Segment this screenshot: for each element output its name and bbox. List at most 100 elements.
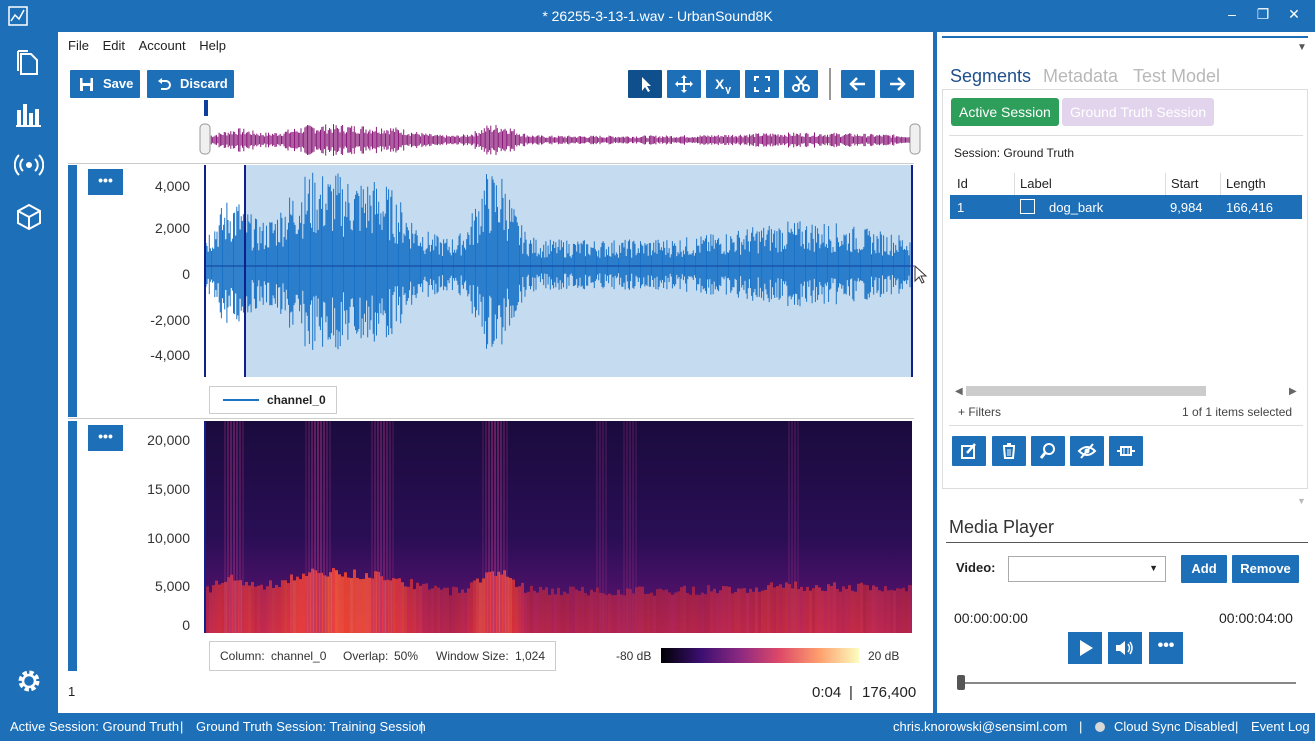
edit-segment-button[interactable] <box>952 436 986 466</box>
segment-end-line[interactable] <box>911 165 913 377</box>
waveform-pane-strip <box>68 165 77 417</box>
grid-header-label[interactable]: Label <box>1020 176 1052 191</box>
close-button[interactable]: ✕ <box>1283 6 1305 26</box>
grid-header-start[interactable]: Start <box>1171 176 1198 191</box>
broadcast-icon[interactable] <box>14 150 44 180</box>
tab-segments[interactable]: Segments <box>950 66 1031 87</box>
waveform-plot[interactable] <box>204 165 914 377</box>
overview-playhead-marker[interactable] <box>204 100 208 116</box>
chevron-down-icon: ▼ <box>1149 563 1158 573</box>
xy-axis-tool[interactable]: Xy <box>706 70 740 98</box>
panel-splitter[interactable] <box>933 32 937 713</box>
save-icon <box>80 78 93 91</box>
play-icon <box>1080 640 1093 656</box>
horizontal-scrollbar-thumb[interactable] <box>966 386 1206 396</box>
pan-tool[interactable] <box>667 70 701 98</box>
overview-waveform[interactable] <box>198 100 922 162</box>
tab-metadata[interactable]: Metadata <box>1043 66 1118 87</box>
delete-segment-button[interactable] <box>992 436 1026 466</box>
spectrogram-plot[interactable] <box>204 421 912 633</box>
next-segment-button[interactable] <box>880 70 914 98</box>
status-separator: | <box>420 719 424 734</box>
playback-time: 0:04 <box>812 684 842 701</box>
arrow-left-icon <box>849 77 865 91</box>
media-seek-track[interactable] <box>960 682 1296 684</box>
panel-collapse-icon[interactable]: ▼ <box>1297 42 1307 53</box>
cloud-sync-indicator-icon <box>1095 722 1105 732</box>
media-collapse-icon[interactable]: ▼ <box>1297 496 1306 506</box>
undo-icon <box>158 78 171 90</box>
minimize-button[interactable]: – <box>1221 6 1243 26</box>
page-number: 1 <box>68 684 76 699</box>
tab-test-model[interactable]: Test Model <box>1133 66 1220 87</box>
spectrogram-info-box: Column: channel_0 Overlap: 50% Window Si… <box>209 641 556 671</box>
media-more-button[interactable]: ••• <box>1149 632 1183 664</box>
waveform-y-tick: 2,000 <box>154 220 190 236</box>
active-session-button[interactable]: Active Session <box>951 98 1059 126</box>
hide-segment-button[interactable] <box>1070 436 1104 466</box>
spectrogram-pane-strip <box>68 421 77 671</box>
grid-header-length[interactable]: Length <box>1226 176 1266 191</box>
table-row[interactable]: 1 dog_bark 9,984 166,416 <box>950 195 1302 219</box>
media-player-title: Media Player <box>949 517 1055 537</box>
status-user-email[interactable]: chris.knorowski@sensiml.com <box>893 719 1067 734</box>
db-max-label: 20 dB <box>868 649 900 663</box>
overview-left-handle[interactable] <box>199 123 211 155</box>
add-video-button[interactable]: Add <box>1181 555 1227 583</box>
bar-chart-icon[interactable] <box>14 100 44 130</box>
pane-divider <box>68 418 914 419</box>
speaker-icon <box>1116 641 1133 655</box>
filters-link[interactable]: + Filters <box>958 405 1001 419</box>
scroll-right-icon[interactable]: ▶ <box>1289 386 1297 397</box>
status-separator: | <box>1235 719 1239 734</box>
grid-header-id[interactable]: Id <box>957 176 968 191</box>
legend-label: channel_0 <box>267 393 326 407</box>
settings-gear-icon[interactable] <box>14 666 44 696</box>
video-label: Video: <box>956 560 996 575</box>
volume-button[interactable] <box>1108 632 1142 664</box>
status-event-log[interactable]: Event Log <box>1251 719 1310 734</box>
menu-help[interactable]: Help <box>199 38 226 53</box>
toolbar-divider <box>829 68 831 100</box>
row-label: dog_bark <box>1049 200 1104 215</box>
overview-divider <box>68 163 914 164</box>
select-pointer-tool[interactable] <box>628 70 662 98</box>
waveform-options-button[interactable]: ••• <box>88 169 123 195</box>
left-navigation-rail <box>0 32 58 713</box>
menu-account[interactable]: Account <box>139 38 186 53</box>
spectrogram-y-tick: 20,000 <box>147 432 190 448</box>
cut-tool[interactable] <box>784 70 818 98</box>
media-seek-thumb[interactable] <box>957 675 965 690</box>
spectrogram-options-button[interactable]: ••• <box>88 425 123 451</box>
previous-segment-button[interactable] <box>841 70 875 98</box>
move-arrows-icon <box>675 75 693 93</box>
column-label: Column: <box>220 649 265 663</box>
eye-slash-icon <box>1077 443 1097 459</box>
segment-range-button[interactable] <box>1109 436 1143 466</box>
overview-right-handle[interactable] <box>909 123 921 155</box>
row-color-checkbox[interactable] <box>1020 199 1035 214</box>
overlap-label: Overlap: <box>343 649 389 663</box>
menu-edit[interactable]: Edit <box>103 38 125 53</box>
discard-label: Discard <box>180 76 228 91</box>
discard-button[interactable]: Discard <box>147 70 234 98</box>
ground-truth-session-button[interactable]: Ground Truth Session <box>1062 98 1215 126</box>
row-start: 9,984 <box>1170 200 1203 215</box>
remove-video-button[interactable]: Remove <box>1232 555 1299 583</box>
play-button[interactable] <box>1068 632 1102 664</box>
pointer-icon <box>642 77 651 92</box>
arrow-right-icon <box>890 77 906 91</box>
fit-zoom-tool[interactable] <box>745 70 779 98</box>
video-select[interactable]: ▼ <box>1008 556 1166 582</box>
segment-left-edge[interactable] <box>204 165 206 377</box>
menu-file[interactable]: File <box>68 38 89 53</box>
save-button[interactable]: Save <box>70 70 140 98</box>
status-cloud-sync[interactable]: Cloud Sync Disabled <box>1114 719 1235 734</box>
documents-icon[interactable] <box>14 48 44 78</box>
segment-start-line[interactable] <box>244 165 246 377</box>
zoom-to-segment-button[interactable] <box>1031 436 1065 466</box>
waveform-y-tick: 4,000 <box>154 178 190 194</box>
scroll-left-icon[interactable]: ◀ <box>955 386 963 397</box>
cube-icon[interactable] <box>14 202 44 232</box>
restore-button[interactable]: ❐ <box>1252 6 1274 26</box>
